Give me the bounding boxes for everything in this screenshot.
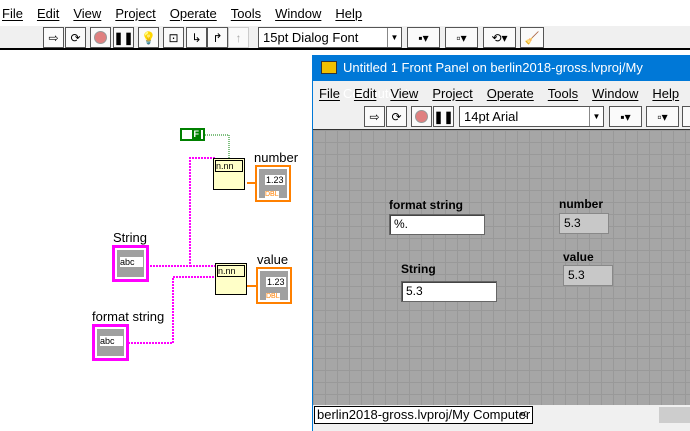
number-terminal-value: 1.23 [265,175,285,185]
panel-toolbar: ⇨ ⟳ ❚❚ 14pt Arial ▼ ▪▾ ▫▾ [313,105,690,129]
panel-font-select[interactable]: 14pt Arial ▼ [459,106,604,127]
value-terminal-value: 1.23 [266,277,286,287]
abort-icon[interactable] [411,106,432,127]
panel-menu-operate[interactable]: Operate [487,86,534,101]
panel-menu-view[interactable]: View [390,86,418,101]
string-wire [147,157,215,267]
horizontal-scrollbar-thumb[interactable] [659,407,690,423]
number-indicator: 5.3 [559,213,609,234]
panel-font-value: 14pt Arial [464,109,519,124]
panel-menu-file[interactable]: File [319,86,340,101]
context-label: berlin2018-gross.lvproj/My Computer [314,406,534,424]
panel-menu-edit[interactable]: Edit [354,86,376,101]
format-string-control-label: format string [92,309,165,324]
panel-menu-bar: File Edit View Project Operate Tools Win… [319,83,690,103]
panel-menu-tools[interactable]: Tools [548,86,578,101]
number-label: number [559,197,604,211]
number-indicator-terminal[interactable]: 1.23 DBL [255,165,291,202]
string-label: String [401,262,436,276]
status-bar: berlin2018-gross.lvproj/My Computer < [313,405,690,425]
panel-menu-project[interactable]: Project [432,86,472,101]
reorder-icon[interactable]: ⟲▾ [483,27,516,48]
format-terminal-value: abc [100,336,123,346]
labview-icon [321,61,337,74]
string-control-terminal[interactable]: abc [112,245,149,282]
format-string-control-terminal[interactable]: abc [92,324,129,361]
string-terminal-value: abc [120,257,143,267]
string-input[interactable]: 5.3 [401,281,497,302]
string-control-label: String [113,230,147,245]
pause-icon[interactable]: ❚❚ [433,106,454,127]
resize-objects-icon[interactable] [682,106,690,127]
number-indicator-label: number [254,150,299,165]
dbl-tag: DBL [266,293,280,300]
boolean-wire [205,134,230,158]
panel-menu-help[interactable]: Help [652,86,679,101]
scan-from-string-node[interactable]: n.nn [213,158,245,190]
dbl-tag: DBL [265,191,279,198]
wires [128,134,256,344]
run-continuously-icon[interactable]: ⟳ [386,106,407,127]
front-panel-window: Untitled 1 Front Panel on berlin2018-gro… [312,55,690,431]
clean-up-diagram-icon[interactable]: 🧹 [520,27,544,48]
format-string-label: format string [389,198,464,212]
align-objects-icon[interactable]: ▪▾ [407,27,440,48]
front-panel-title-bar[interactable]: Untitled 1 Front Panel on berlin2018-gro… [313,55,690,101]
format-into-string-node[interactable]: n.nn [215,263,247,295]
boolean-constant[interactable]: F [180,128,205,141]
distribute-objects-icon[interactable]: ▫▾ [646,106,679,127]
value-indicator: 5.3 [563,265,613,286]
run-arrow-icon[interactable]: ⇨ [364,106,385,127]
format-string-input[interactable]: %. [389,214,485,235]
chevron-down-icon: ▼ [387,28,401,47]
panel-menu-window[interactable]: Window [592,86,638,101]
menu-help[interactable]: Help [335,6,362,21]
distribute-objects-icon[interactable]: ▫▾ [445,27,478,48]
value-label: value [563,250,594,264]
value-indicator-label: value [257,252,289,267]
scroll-left-icon[interactable]: < [520,407,527,421]
front-panel-canvas: format string %. number 5.3 value 5.3 St… [313,129,690,405]
chevron-down-icon: ▼ [589,107,603,126]
value-indicator-terminal[interactable]: 1.23 DBL [256,267,292,304]
align-objects-icon[interactable]: ▪▾ [609,106,642,127]
